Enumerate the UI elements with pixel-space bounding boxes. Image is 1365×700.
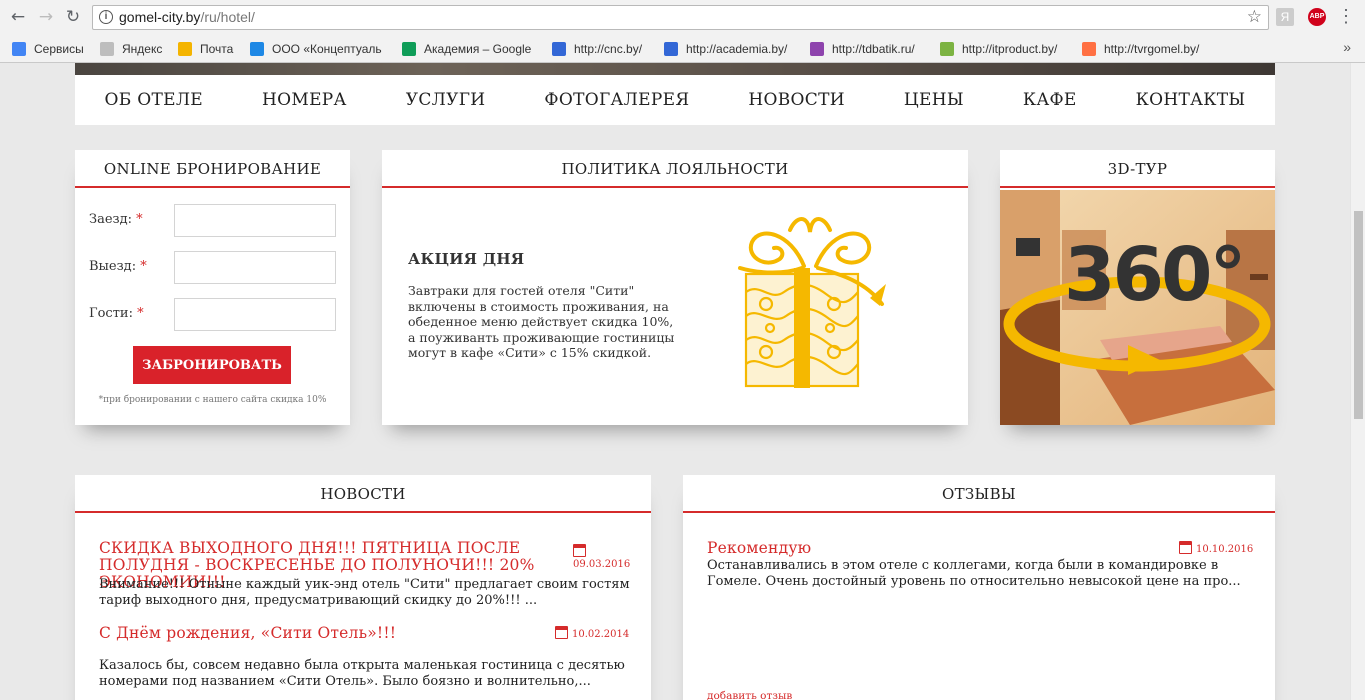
bookmark-star-icon[interactable]: ☆: [1247, 6, 1262, 29]
browser-toolbar: ← → ↻ i gomel-city.by/ru/hotel/ ☆ Я ABP …: [0, 0, 1365, 35]
forward-arrow-icon[interactable]: →: [36, 7, 56, 27]
adblock-extension-icon[interactable]: ABP: [1308, 8, 1326, 26]
checkout-label: Выезд: *: [89, 259, 147, 274]
bookmark-favicon-icon: [664, 42, 678, 56]
nav-item[interactable]: КОНТАКТЫ: [1136, 90, 1246, 110]
review-item-title[interactable]: Рекомендую: [707, 540, 811, 557]
bookmark-favicon-icon: [810, 42, 824, 56]
bookmark-favicon-icon: [402, 42, 416, 56]
book-button[interactable]: ЗАБРОНИРОВАТЬ: [133, 346, 291, 384]
bookmark-label: http://academia.by/: [686, 42, 788, 56]
site-info-icon[interactable]: i: [99, 10, 113, 24]
bookmark-favicon-icon: [1082, 42, 1096, 56]
checkin-label: Заезд: *: [89, 212, 143, 227]
checkin-input[interactable]: [174, 204, 336, 237]
news-item-text: Внимание!!! Отныне каждый уик-энд отель …: [99, 577, 630, 608]
checkout-input[interactable]: [174, 251, 336, 284]
bookmark-label: http://itproduct.by/: [962, 42, 1058, 56]
calendar-icon: [1179, 541, 1192, 554]
yandex-extension-icon[interactable]: Я: [1276, 8, 1294, 26]
booking-widget: ONLINE БРОНИРОВАНИЕ Заезд: * Выезд: * Го…: [75, 150, 350, 425]
bookmark-favicon-icon: [178, 42, 192, 56]
nav-item[interactable]: ОБ ОТЕЛЕ: [105, 90, 204, 110]
nav-item[interactable]: НОМЕРА: [262, 90, 347, 110]
bookmarks-overflow-icon[interactable]: »: [1343, 39, 1351, 55]
back-arrow-icon[interactable]: ←: [8, 7, 28, 27]
guests-label: Гости: *: [89, 306, 144, 321]
bookmark-label: http://tvrgomel.by/: [1104, 42, 1200, 56]
gift-box-icon: [738, 217, 886, 388]
main-navigation: ОБ ОТЕЛЕ НОМЕРА УСЛУГИ ФОТОГАЛЕРЕЯ НОВОСТИ ЦЕ…: [75, 75, 1275, 125]
bookmark-item[interactable]: Почта: [178, 40, 233, 58]
bookmark-favicon-icon: [250, 42, 264, 56]
scrollbar-thumb[interactable]: [1354, 211, 1363, 419]
tour-title: 3D-ТУР: [1000, 150, 1275, 188]
tour-360-badge: 360°: [1064, 232, 1246, 318]
bookmark-item[interactable]: ООО «Концептуаль: [250, 40, 382, 58]
reviews-widget: ОТЗЫВЫ Рекомендую 10.10.2016 Останавлива…: [683, 475, 1275, 700]
news-widget: НОВОСТИ СКИДКА ВЫХОДНОГО ДНЯ!!! ПЯТНИЦА …: [75, 475, 651, 700]
bookmark-item[interactable]: http://tvrgomel.by/: [1082, 40, 1199, 58]
page-scrollbar[interactable]: [1350, 63, 1365, 700]
bookmark-item[interactable]: Яндекс: [100, 40, 162, 58]
address-url[interactable]: gomel-city.by/ru/hotel/: [119, 6, 255, 29]
bookmark-favicon-icon: [100, 42, 114, 56]
bookmark-label: Яндекс: [122, 42, 163, 56]
bookmark-item[interactable]: Сервисы: [12, 40, 84, 58]
address-bar[interactable]: i gomel-city.by/ru/hotel/ ☆: [92, 5, 1269, 30]
promo-text: Завтраки для гостей отеля "Сити" включен…: [408, 283, 675, 360]
bookmark-item[interactable]: http://itproduct.by/: [940, 40, 1057, 58]
nav-item[interactable]: УСЛУГИ: [406, 90, 486, 110]
reviews-title: ОТЗЫВЫ: [683, 475, 1275, 513]
bookmark-label: http://tdbatik.ru/: [832, 42, 915, 56]
guests-input[interactable]: [174, 298, 336, 331]
add-review-link[interactable]: добавить отзыв: [707, 690, 792, 700]
news-item-text: Казалось бы, совсем недавно была открыта…: [99, 658, 625, 689]
nav-item[interactable]: КАФЕ: [1023, 90, 1077, 110]
booking-title: ONLINE БРОНИРОВАНИЕ: [75, 150, 350, 188]
bookmark-favicon-icon: [12, 42, 26, 56]
calendar-icon: [573, 544, 586, 557]
reload-icon[interactable]: ↻: [63, 7, 83, 27]
news-item-date: 10.02.2014: [555, 626, 629, 640]
nav-item[interactable]: НОВОСТИ: [748, 90, 844, 110]
bookmark-favicon-icon: [552, 42, 566, 56]
bookmark-label: http://cnc.by/: [574, 42, 643, 56]
bookmark-label: Сервисы: [34, 42, 84, 56]
bookmarks-bar: Сервисы Яндекс Почта ООО «Концептуаль Академ…: [0, 36, 1365, 62]
booking-discount-note: *при бронировании с нашего сайта скидка …: [98, 395, 327, 405]
nav-item[interactable]: ФОТОГАЛЕРЕЯ: [544, 90, 689, 110]
hero-image: [75, 63, 1275, 75]
review-item-text: Останавливались в этом отеле с коллегами…: [707, 558, 1241, 589]
bookmark-label: ООО «Концептуаль: [272, 42, 382, 56]
loyalty-widget: ПОЛИТИКА ЛОЯЛЬНОСТИ АКЦИЯ ДНЯ Завтраки д…: [382, 150, 968, 425]
promo-heading: АКЦИЯ ДНЯ: [408, 250, 525, 268]
bookmark-label: Академия – Google: [424, 42, 532, 56]
news-item-date: 09.03.2016: [573, 544, 630, 570]
browser-chrome: ← → ↻ i gomel-city.by/ru/hotel/ ☆ Я ABP …: [0, 0, 1365, 63]
loyalty-title: ПОЛИТИКА ЛОЯЛЬНОСТИ: [382, 150, 968, 188]
page-viewport: ОБ ОТЕЛЕ НОМЕРА УСЛУГИ ФОТОГАЛЕРЕЯ НОВОСТИ ЦЕ…: [0, 63, 1350, 700]
calendar-icon: [555, 626, 568, 639]
bookmark-item[interactable]: http://cnc.by/: [552, 40, 642, 58]
tour-widget[interactable]: 3D-ТУР 360°: [1000, 150, 1275, 425]
news-title: НОВОСТИ: [75, 475, 651, 513]
tour-360-image[interactable]: 360°: [1000, 190, 1275, 425]
bookmark-favicon-icon: [940, 42, 954, 56]
nav-item[interactable]: ЦЕНЫ: [904, 90, 964, 110]
bookmark-item[interactable]: http://tdbatik.ru/: [810, 40, 915, 58]
bookmark-label: Почта: [200, 42, 234, 56]
news-item-title[interactable]: С Днём рождения, «Сити Отель»!!!: [99, 625, 396, 642]
browser-menu-icon[interactable]: ⋮: [1337, 7, 1355, 26]
review-item-date: 10.10.2016: [1179, 541, 1253, 555]
bookmark-item[interactable]: http://academia.by/: [664, 40, 787, 58]
bookmark-item[interactable]: Академия – Google: [402, 40, 531, 58]
